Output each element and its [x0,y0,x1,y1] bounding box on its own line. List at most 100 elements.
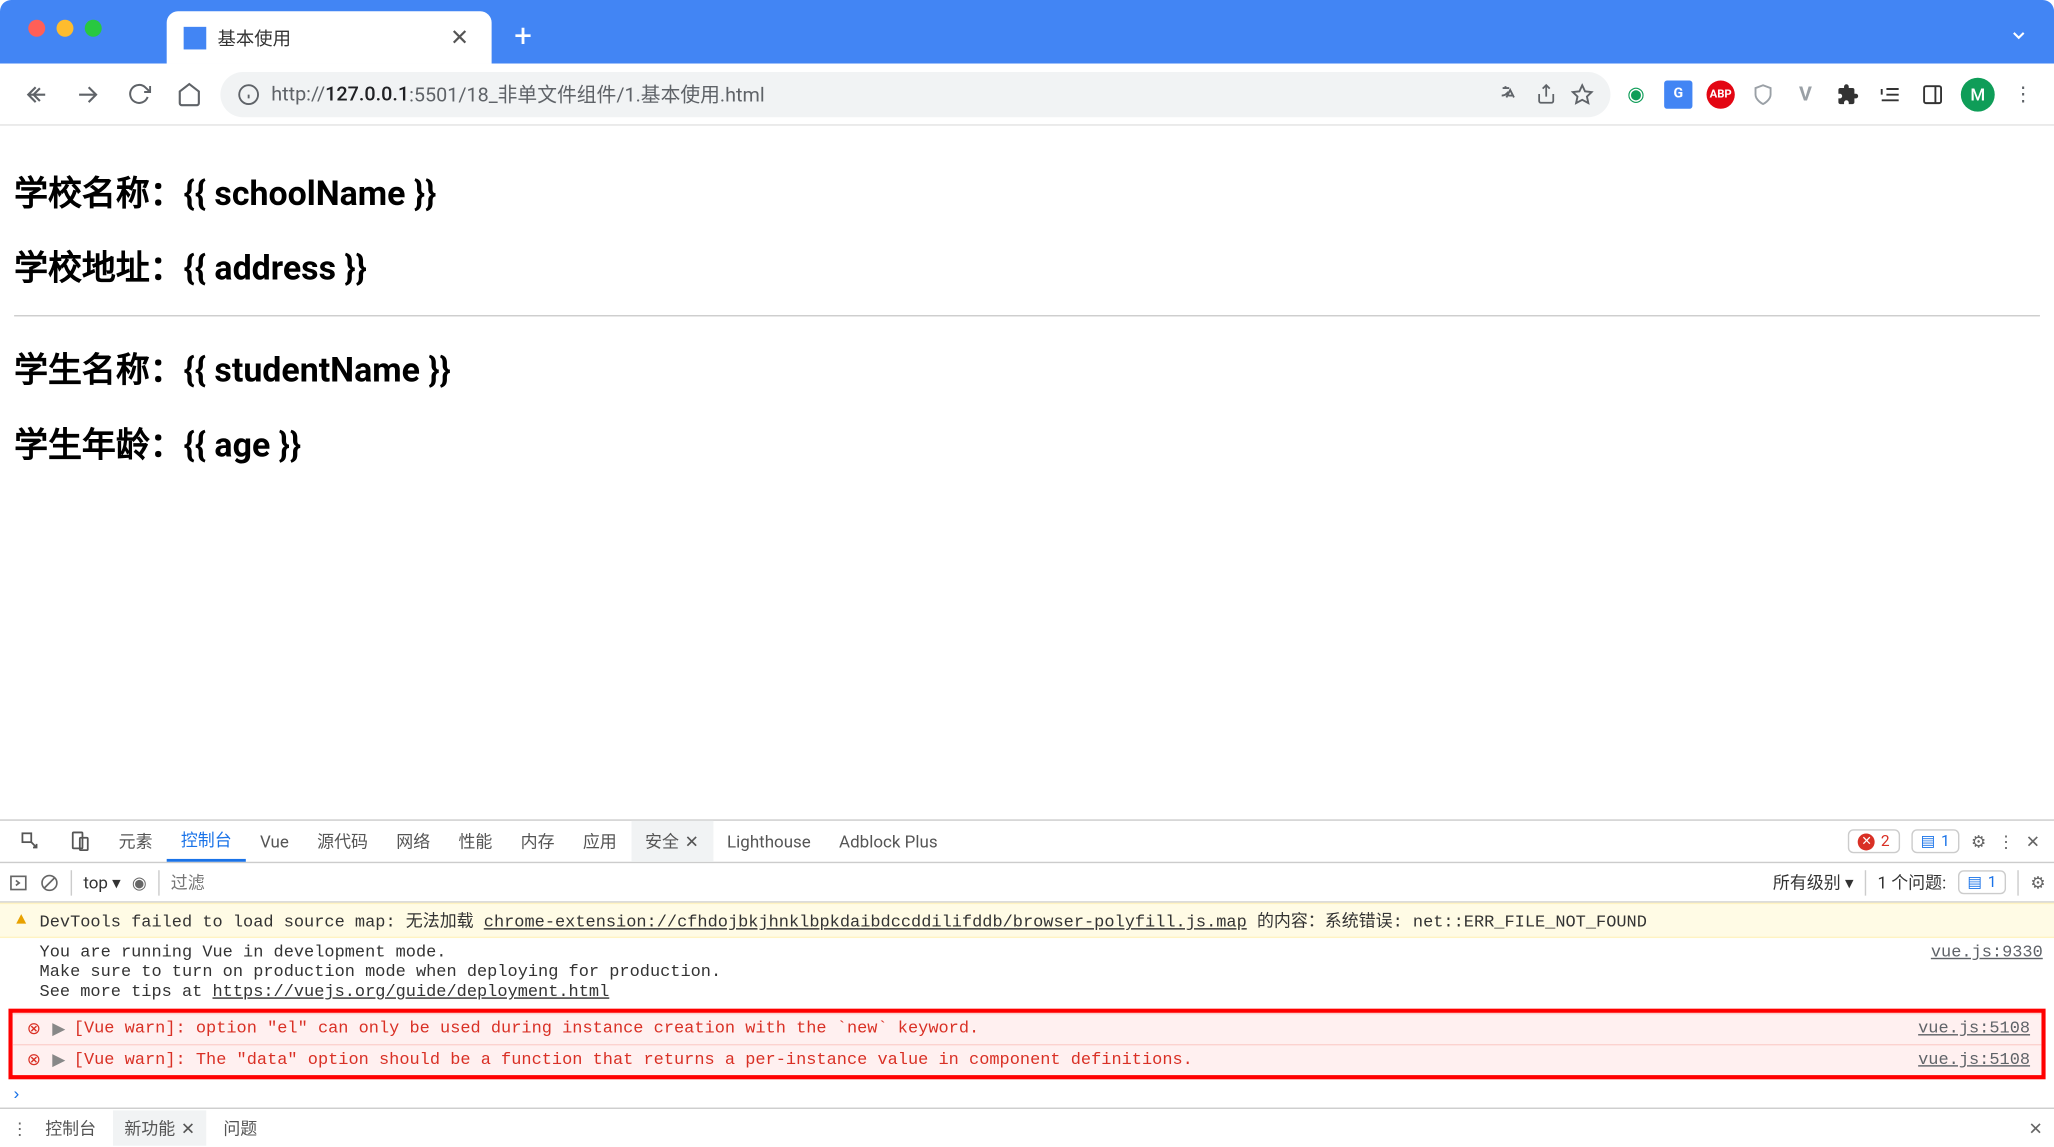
site-info-icon[interactable] [237,83,260,106]
devtools-tab-lighthouse[interactable]: Lighthouse [713,821,825,862]
share-icon[interactable] [1536,83,1557,106]
devtools-panel: 元素 控制台 Vue 源代码 网络 性能 内存 应用 安全✕ Lighthous… [0,819,2054,1147]
tab-title: 基本使用 [218,24,291,51]
console-error-row-1: ⊗ ▶ [Vue warn]: option "el" can only be … [13,1013,2042,1044]
devtools-tab-elements[interactable]: 元素 [105,821,167,862]
close-devtools-icon[interactable]: ✕ [2026,831,2040,851]
adblock-plus-ext-icon[interactable]: ABP [1707,80,1735,108]
home-button[interactable] [170,74,210,114]
tab-favicon [184,26,207,49]
devtools-tab-vue[interactable]: Vue [246,821,303,862]
console-info-row: You are running Vue in development mode.… [0,938,2054,1006]
vue-deployment-link[interactable]: https://vuejs.org/guide/deployment.html [213,982,610,1002]
school-address-heading: 学校地址：{{ address }} [14,240,2040,289]
clear-console-icon[interactable] [40,872,60,892]
extension-icons: ◉ G ABP V M ⋮ [1622,77,2037,111]
divider [14,315,2040,316]
highlighted-errors: ⊗ ▶ [Vue warn]: option "el" can only be … [8,1009,2045,1080]
google-translate-ext-icon[interactable]: G [1664,80,1692,108]
side-panel-icon[interactable] [1918,80,1946,108]
error-icon: ⊗ [24,1020,44,1040]
gear-icon[interactable]: ⚙ [1971,831,1986,851]
devtools-tab-sources[interactable]: 源代码 [303,821,382,862]
bookmark-star-icon[interactable] [1571,83,1594,106]
expand-arrow-icon[interactable]: ▶ [52,1019,65,1040]
forward-button[interactable] [68,74,108,114]
chevron-down-icon[interactable] [2009,25,2029,45]
chrome-menu-icon[interactable]: ⋮ [2009,80,2037,108]
new-tab-button[interactable]: + [514,11,532,63]
devtools-tab-network[interactable]: 网络 [382,821,444,862]
inspect-element-icon[interactable] [6,821,55,862]
close-drawer-icon[interactable]: ✕ [2029,1118,2043,1138]
browser-toolbar: http:// 127.0.0.1 :5501/18_非单文件组件/1.基本使用… [0,64,2054,126]
console-error-row-2: ⊗ ▶ [Vue warn]: The "data" option should… [13,1044,2042,1075]
url-scheme: http:// [271,83,325,106]
school-name-heading: 学校名称：{{ schoolName }} [14,165,2040,214]
console-prompt[interactable]: › [0,1082,2054,1107]
url-path: :5501/18_非单文件组件/1.基本使用.html [409,80,765,108]
console-sidebar-toggle-icon[interactable] [8,872,28,892]
page-content: 学校名称：{{ schoolName }} 学校地址：{{ address }}… [0,126,2054,820]
issues-label: 1 个问题: [1877,870,1946,894]
eye-icon[interactable]: ◉ [132,872,147,892]
source-link[interactable]: vue.js:5108 [1918,1019,2030,1039]
error-text-1: [Vue warn]: option "el" can only be used… [74,1019,1910,1039]
extension-icon-1[interactable]: ◉ [1622,80,1650,108]
browser-tab[interactable]: 基本使用 ✕ [167,11,492,63]
close-window-button[interactable] [28,20,45,37]
warning-text: DevTools failed to load source map: 无法加载… [40,908,2043,932]
devtools-tab-security[interactable]: 安全✕ [631,821,713,862]
expand-arrow-icon[interactable]: ▶ [52,1050,65,1071]
drawer-tab-issues[interactable]: 问题 [223,1116,257,1140]
filter-input[interactable] [171,872,1762,892]
context-selector[interactable]: top ▾ [83,872,120,892]
device-toggle-icon[interactable] [55,821,104,862]
devtools-tab-performance[interactable]: 性能 [444,821,506,862]
devtools-tab-adblock[interactable]: Adblock Plus [825,821,952,862]
gear-icon[interactable]: ⚙ [2030,872,2045,892]
warning-icon: ▲ [11,910,31,930]
drawer-menu-icon[interactable]: ⋮ [11,1118,28,1138]
source-link[interactable]: vue.js:5108 [1918,1050,2030,1070]
url-host: 127.0.0.1 [325,83,409,106]
info-text: You are running Vue in development mode.… [40,942,1923,1001]
extension-icon-shield[interactable] [1749,80,1777,108]
more-icon[interactable]: ⋮ [1997,831,2014,851]
drawer-tab-whatsnew[interactable]: 新功能 ✕ [113,1110,206,1145]
reading-list-icon[interactable] [1876,80,1904,108]
extension-icon-v[interactable]: V [1791,80,1819,108]
console-messages: ▲ DevTools failed to load source map: 无法… [0,903,2054,1108]
profile-avatar[interactable]: M [1961,77,1995,111]
address-bar[interactable]: http:// 127.0.0.1 :5501/18_非单文件组件/1.基本使用… [220,71,1610,116]
error-count-badge[interactable]: ✕2 [1848,829,1899,853]
level-selector[interactable]: 所有级别 ▾ [1773,870,1854,894]
reload-button[interactable] [119,74,159,114]
student-age-heading: 学生年龄：{{ age }} [14,417,2040,466]
close-icon[interactable]: ✕ [685,831,699,851]
extensions-puzzle-icon[interactable] [1834,80,1862,108]
address-actions [1499,83,1594,106]
translate-icon[interactable] [1499,83,1522,106]
console-filter-bar: top ▾ ◉ 所有级别 ▾ 1 个问题: ▤1 ⚙ [0,863,2054,903]
devtools-tabs: 元素 控制台 Vue 源代码 网络 性能 内存 应用 安全✕ Lighthous… [0,821,2054,863]
minimize-window-button[interactable] [57,20,74,37]
devtools-tab-application[interactable]: 应用 [569,821,631,862]
tab-close-button[interactable]: ✕ [444,24,474,51]
source-map-url[interactable]: chrome-extension://cfhdojbkjhnklbpkdaibd… [484,913,1247,933]
error-icon: ⊗ [24,1051,44,1071]
maximize-window-button[interactable] [85,20,102,37]
drawer-tab-console[interactable]: 控制台 [45,1116,96,1140]
issues-count-badge[interactable]: ▤1 [1957,870,2006,894]
console-warning-row: ▲ DevTools failed to load source map: 无法… [0,903,2054,938]
devtools-drawer: ⋮ 控制台 新功能 ✕ 问题 ✕ [0,1108,2054,1147]
window-titlebar: 基本使用 ✕ + [0,0,2054,64]
traffic-lights [0,11,124,36]
devtools-tab-console[interactable]: 控制台 [167,821,246,862]
source-link[interactable]: vue.js:9330 [1931,942,2043,962]
close-icon[interactable]: ✕ [181,1118,195,1138]
student-name-heading: 学生名称：{{ studentName }} [14,342,2040,391]
message-count-badge[interactable]: ▤1 [1911,829,1960,853]
back-button[interactable] [17,74,57,114]
devtools-tab-memory[interactable]: 内存 [507,821,569,862]
